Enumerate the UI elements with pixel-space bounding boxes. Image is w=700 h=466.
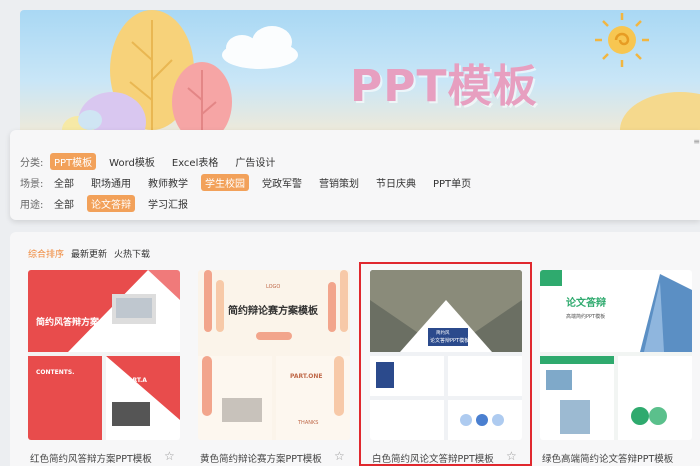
sort-bar: 综合排序 最新更新 火热下载: [28, 247, 157, 260]
thumb-text: PART.ONE: [290, 373, 323, 380]
filter-option-workplace[interactable]: 职场通用: [87, 174, 135, 191]
thumb-text: THANKS: [297, 420, 318, 426]
filter-option-government[interactable]: 党政军警: [258, 174, 306, 191]
filter-option-word[interactable]: Word模板: [105, 153, 159, 170]
filter-row-scene: 场景: 全部 职场通用 教师教学 学生校园 党政军警 营销策划 节日庆典 PPT…: [20, 174, 484, 191]
scroll-mark: ≡: [693, 137, 700, 146]
thumb-text: CONTENTS.: [36, 369, 74, 376]
filter-option-single-page[interactable]: PPT单页: [429, 174, 475, 191]
filter-option-ad[interactable]: 广告设计: [231, 153, 279, 170]
template-thumbnail: 简约风 论文答辩PPT模板: [370, 270, 522, 440]
filter-option-excel[interactable]: Excel表格: [168, 153, 223, 170]
template-thumbnail: 简约风答辩方案 CONTENTS. PART.A: [28, 270, 180, 440]
template-card-title[interactable]: 红色简约风答辩方案PPT模板: [30, 451, 152, 465]
filter-label: 场景:: [20, 179, 44, 190]
filter-option-festival[interactable]: 节日庆典: [372, 174, 420, 191]
sort-newest[interactable]: 最新更新: [71, 247, 107, 260]
thumb-text: PART.A: [124, 377, 147, 384]
thumb-text: LOGO: [266, 284, 280, 290]
template-card-title[interactable]: 黄色简约辩论赛方案PPT模板: [200, 451, 322, 465]
template-card-1[interactable]: 简约风答辩方案 CONTENTS. PART.A: [28, 270, 180, 440]
template-card-title[interactable]: 白色简约风论文答辩PPT模板: [372, 451, 494, 465]
thumb-text: 论文答辩: [566, 296, 606, 309]
thumb-text: 简约风答辩方案: [36, 316, 100, 328]
filter-option-marketing[interactable]: 营销策划: [315, 174, 363, 191]
thumb-text: 简约辩论赛方案模板: [228, 304, 319, 317]
filter-option-all[interactable]: 全部: [50, 174, 78, 191]
thumb-text: 简约风: [436, 329, 450, 336]
template-thumbnail: LOGO 简约辩论赛方案模板 PART.ONE THANKS: [198, 270, 350, 440]
filter-option-teaching[interactable]: 教师教学: [144, 174, 192, 191]
sort-hot-download[interactable]: 火热下载: [114, 247, 150, 260]
favorite-star-icon[interactable]: ☆: [334, 449, 345, 463]
template-card-title[interactable]: 绿色高端简约论文答辩PPT模板: [542, 451, 673, 465]
filter-label: 分类:: [20, 158, 44, 169]
thumb-text: 高端简约PPT模板: [566, 313, 605, 320]
template-thumbnail: 论文答辩 高端简约PPT模板: [540, 270, 692, 440]
banner-title: PPT模板: [350, 61, 538, 112]
favorite-star-icon[interactable]: ☆: [164, 449, 175, 463]
filter-option-thesis-defense[interactable]: 论文答辩: [87, 195, 135, 212]
filter-label: 用途:: [20, 200, 44, 211]
filter-option-campus[interactable]: 学生校园: [201, 174, 249, 191]
template-card-3[interactable]: 简约风 论文答辩PPT模板: [370, 270, 522, 440]
filter-option-ppt[interactable]: PPT模板: [50, 153, 97, 170]
filter-row-purpose: 用途: 全部 论文答辩 学习汇报: [20, 195, 201, 212]
favorite-star-icon[interactable]: ☆: [506, 449, 517, 463]
filter-row-category: 分类: PPT模板 Word模板 Excel表格 广告设计: [20, 153, 288, 170]
hero-banner: PPT模板: [20, 10, 700, 140]
sort-comprehensive[interactable]: 综合排序: [28, 247, 64, 260]
template-card-4[interactable]: 论文答辩 高端简约PPT模板: [540, 270, 692, 440]
thumb-text: 论文答辩PPT模板: [430, 337, 469, 344]
filter-option-all[interactable]: 全部: [50, 195, 78, 212]
filter-option-study-report[interactable]: 学习汇报: [144, 195, 192, 212]
template-card-2[interactable]: LOGO 简约辩论赛方案模板 PART.ONE THANKS: [198, 270, 350, 440]
